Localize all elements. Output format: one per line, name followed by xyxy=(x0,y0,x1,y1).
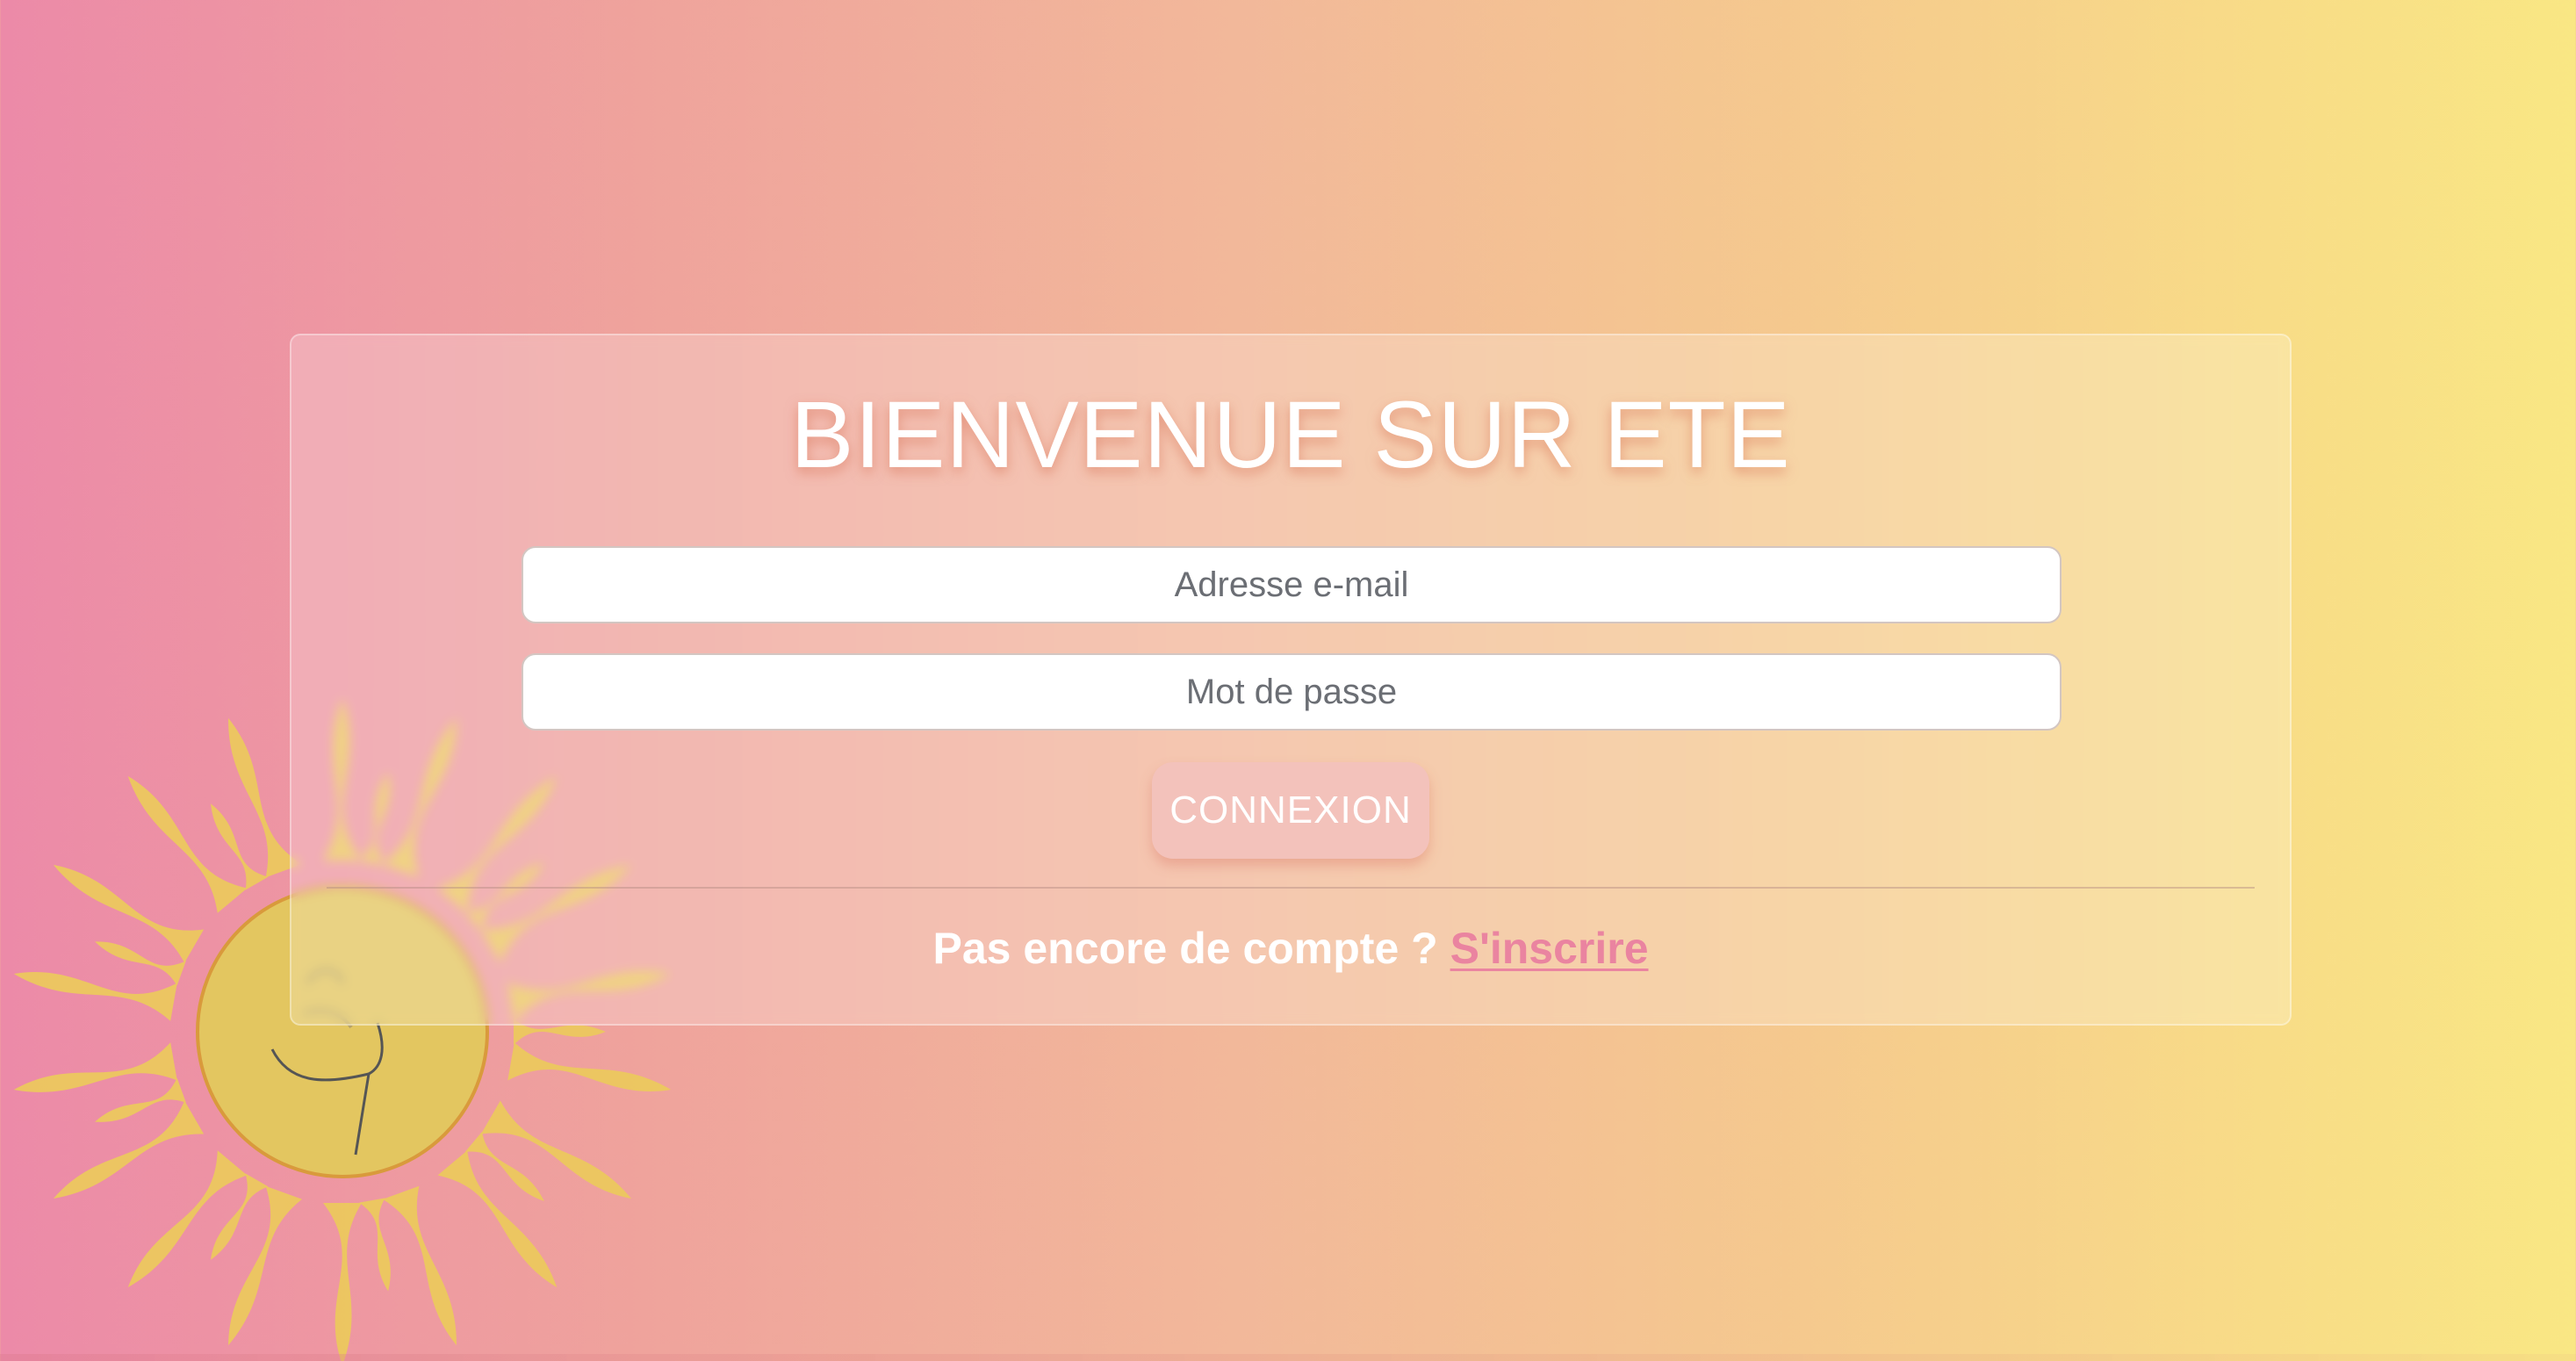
signup-link[interactable]: S'inscrire xyxy=(1450,924,1649,973)
bottom-edge xyxy=(0,1354,2576,1361)
password-field[interactable] xyxy=(522,653,2062,731)
page-title: BIENVENUE SUR ETE xyxy=(790,381,1791,487)
no-account-text: Pas encore de compte ? xyxy=(932,924,1438,973)
login-card: BIENVENUE SUR ETE CONNEXION Pas encore d… xyxy=(290,334,2292,1026)
login-button[interactable]: CONNEXION xyxy=(1152,762,1429,859)
signup-prompt: Pas encore de compte ? S'inscrire xyxy=(291,922,2290,975)
divider xyxy=(327,887,2255,889)
email-field[interactable] xyxy=(522,546,2062,623)
